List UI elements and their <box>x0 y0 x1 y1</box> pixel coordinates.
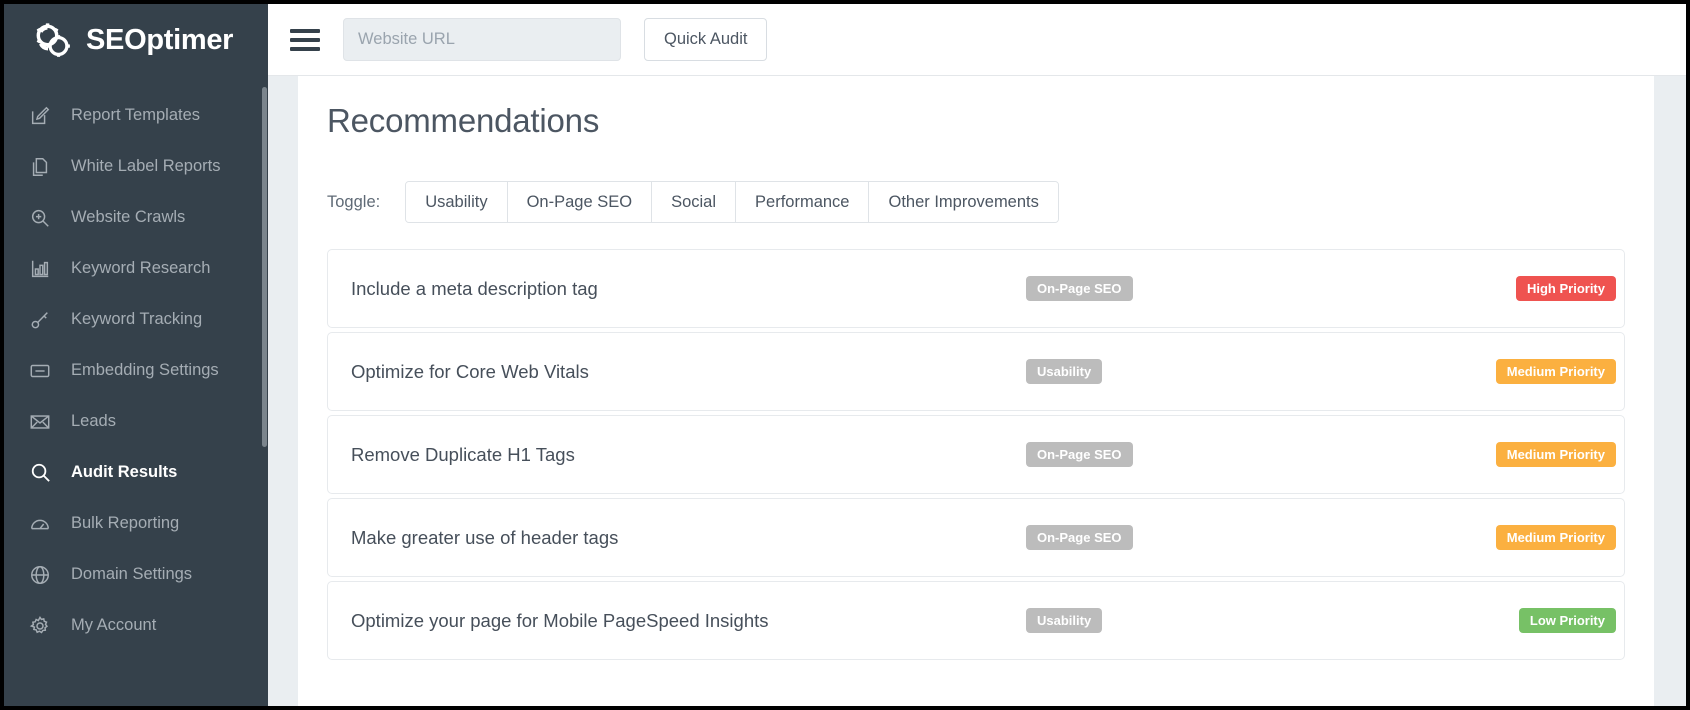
table-row[interactable]: Remove Duplicate H1 Tags On-Page SEO Med… <box>327 415 1625 494</box>
app-window: SEOptimer Report Templates White Label R… <box>0 0 1690 710</box>
quick-audit-button[interactable]: Quick Audit <box>644 18 767 61</box>
toggle-other-improvements[interactable]: Other Improvements <box>869 182 1057 222</box>
sidebar-item-my-account[interactable]: My Account <box>4 600 268 651</box>
table-row[interactable]: Optimize your page for Mobile PageSpeed … <box>327 581 1625 660</box>
priority-slot: High Priority <box>1326 276 1616 301</box>
topbar: Quick Audit <box>268 4 1686 76</box>
table-row[interactable]: Include a meta description tag On-Page S… <box>327 249 1625 328</box>
sidebar-item-white-label-reports[interactable]: White Label Reports <box>4 141 268 192</box>
recommendation-title: Remove Duplicate H1 Tags <box>351 444 1026 466</box>
sidebar-item-label: Embedding Settings <box>71 361 219 380</box>
envelope-icon <box>28 410 52 434</box>
toggle-row: Toggle: Usability On-Page SEO Social Per… <box>327 181 1625 223</box>
hamburger-bar <box>290 29 320 33</box>
sidebar-nav: Report Templates White Label Reports Web… <box>4 76 268 651</box>
status-badge: Usability <box>1026 359 1102 384</box>
category-slot: On-Page SEO <box>1026 276 1326 301</box>
sidebar-item-leads[interactable]: Leads <box>4 396 268 447</box>
status-badge: High Priority <box>1516 276 1616 301</box>
sidebar-item-label: Domain Settings <box>71 565 192 584</box>
status-badge: On-Page SEO <box>1026 276 1133 301</box>
sidebar-item-label: Bulk Reporting <box>71 514 179 533</box>
sidebar-item-label: Website Crawls <box>71 208 185 227</box>
status-badge: Medium Priority <box>1496 525 1616 550</box>
status-badge: Medium Priority <box>1496 359 1616 384</box>
recommendations-list: Include a meta description tag On-Page S… <box>327 249 1625 660</box>
sidebar-item-label: My Account <box>71 616 156 635</box>
status-badge: Usability <box>1026 608 1102 633</box>
sidebar-scrollbar[interactable] <box>262 87 267 447</box>
gear-icon <box>28 614 52 638</box>
table-row[interactable]: Make greater use of header tags On-Page … <box>327 498 1625 577</box>
status-badge: Low Priority <box>1519 608 1616 633</box>
status-badge: On-Page SEO <box>1026 525 1133 550</box>
hamburger-bar <box>290 47 320 51</box>
content-panel: Recommendations Toggle: Usability On-Pag… <box>298 76 1654 706</box>
key-icon <box>28 308 52 332</box>
hamburger-menu-icon[interactable] <box>290 29 320 51</box>
sidebar-item-report-templates[interactable]: Report Templates <box>4 90 268 141</box>
priority-slot: Medium Priority <box>1326 525 1616 550</box>
category-slot: Usability <box>1026 608 1326 633</box>
sidebar-item-embedding-settings[interactable]: Embedding Settings <box>4 345 268 396</box>
page-title: Recommendations <box>327 76 1625 140</box>
priority-slot: Medium Priority <box>1326 359 1616 384</box>
sidebar-item-label: White Label Reports <box>71 157 221 176</box>
sidebar-item-label: Report Templates <box>71 106 200 125</box>
toggle-usability[interactable]: Usability <box>406 182 507 222</box>
globe-icon <box>28 563 52 587</box>
recommendation-title: Optimize your page for Mobile PageSpeed … <box>351 610 1026 632</box>
table-row[interactable]: Optimize for Core Web Vitals Usability M… <box>327 332 1625 411</box>
hamburger-bar <box>290 38 320 42</box>
sidebar-item-website-crawls[interactable]: Website Crawls <box>4 192 268 243</box>
brand-name: SEOptimer <box>86 26 233 55</box>
search-icon <box>28 461 52 485</box>
brand-logo-block[interactable]: SEOptimer <box>4 4 268 76</box>
priority-slot: Medium Priority <box>1326 442 1616 467</box>
toggle-button-group: Usability On-Page SEO Social Performance… <box>405 181 1059 223</box>
gears-logo-icon <box>34 20 75 61</box>
bar-chart-icon <box>28 257 52 281</box>
website-url-input[interactable] <box>343 18 621 61</box>
toggle-on-page-seo[interactable]: On-Page SEO <box>508 182 652 222</box>
sidebar-item-keyword-research[interactable]: Keyword Research <box>4 243 268 294</box>
toggle-performance[interactable]: Performance <box>736 182 869 222</box>
content-scroll-area: Recommendations Toggle: Usability On-Pag… <box>268 76 1686 706</box>
sidebar-item-label: Leads <box>71 412 116 431</box>
sidebar: SEOptimer Report Templates White Label R… <box>4 4 268 706</box>
pencil-square-icon <box>28 104 52 128</box>
gauge-icon <box>28 512 52 536</box>
priority-slot: Low Priority <box>1326 608 1616 633</box>
sidebar-item-label: Audit Results <box>71 463 177 482</box>
recommendation-title: Make greater use of header tags <box>351 527 1026 549</box>
sidebar-item-keyword-tracking[interactable]: Keyword Tracking <box>4 294 268 345</box>
toggle-label: Toggle: <box>327 193 380 212</box>
category-slot: On-Page SEO <box>1026 525 1326 550</box>
sidebar-item-label: Keyword Tracking <box>71 310 202 329</box>
toggle-social[interactable]: Social <box>652 182 736 222</box>
main-area: Quick Audit Recommendations Toggle: Usab… <box>268 4 1686 706</box>
magnifier-plus-icon <box>28 206 52 230</box>
embed-box-icon <box>28 359 52 383</box>
sidebar-item-audit-results[interactable]: Audit Results <box>4 447 268 498</box>
sidebar-item-bulk-reporting[interactable]: Bulk Reporting <box>4 498 268 549</box>
recommendation-title: Optimize for Core Web Vitals <box>351 361 1026 383</box>
recommendation-title: Include a meta description tag <box>351 278 1026 300</box>
sidebar-item-label: Keyword Research <box>71 259 210 278</box>
category-slot: On-Page SEO <box>1026 442 1326 467</box>
status-badge: Medium Priority <box>1496 442 1616 467</box>
category-slot: Usability <box>1026 359 1326 384</box>
documents-copy-icon <box>28 155 52 179</box>
status-badge: On-Page SEO <box>1026 442 1133 467</box>
sidebar-item-domain-settings[interactable]: Domain Settings <box>4 549 268 600</box>
